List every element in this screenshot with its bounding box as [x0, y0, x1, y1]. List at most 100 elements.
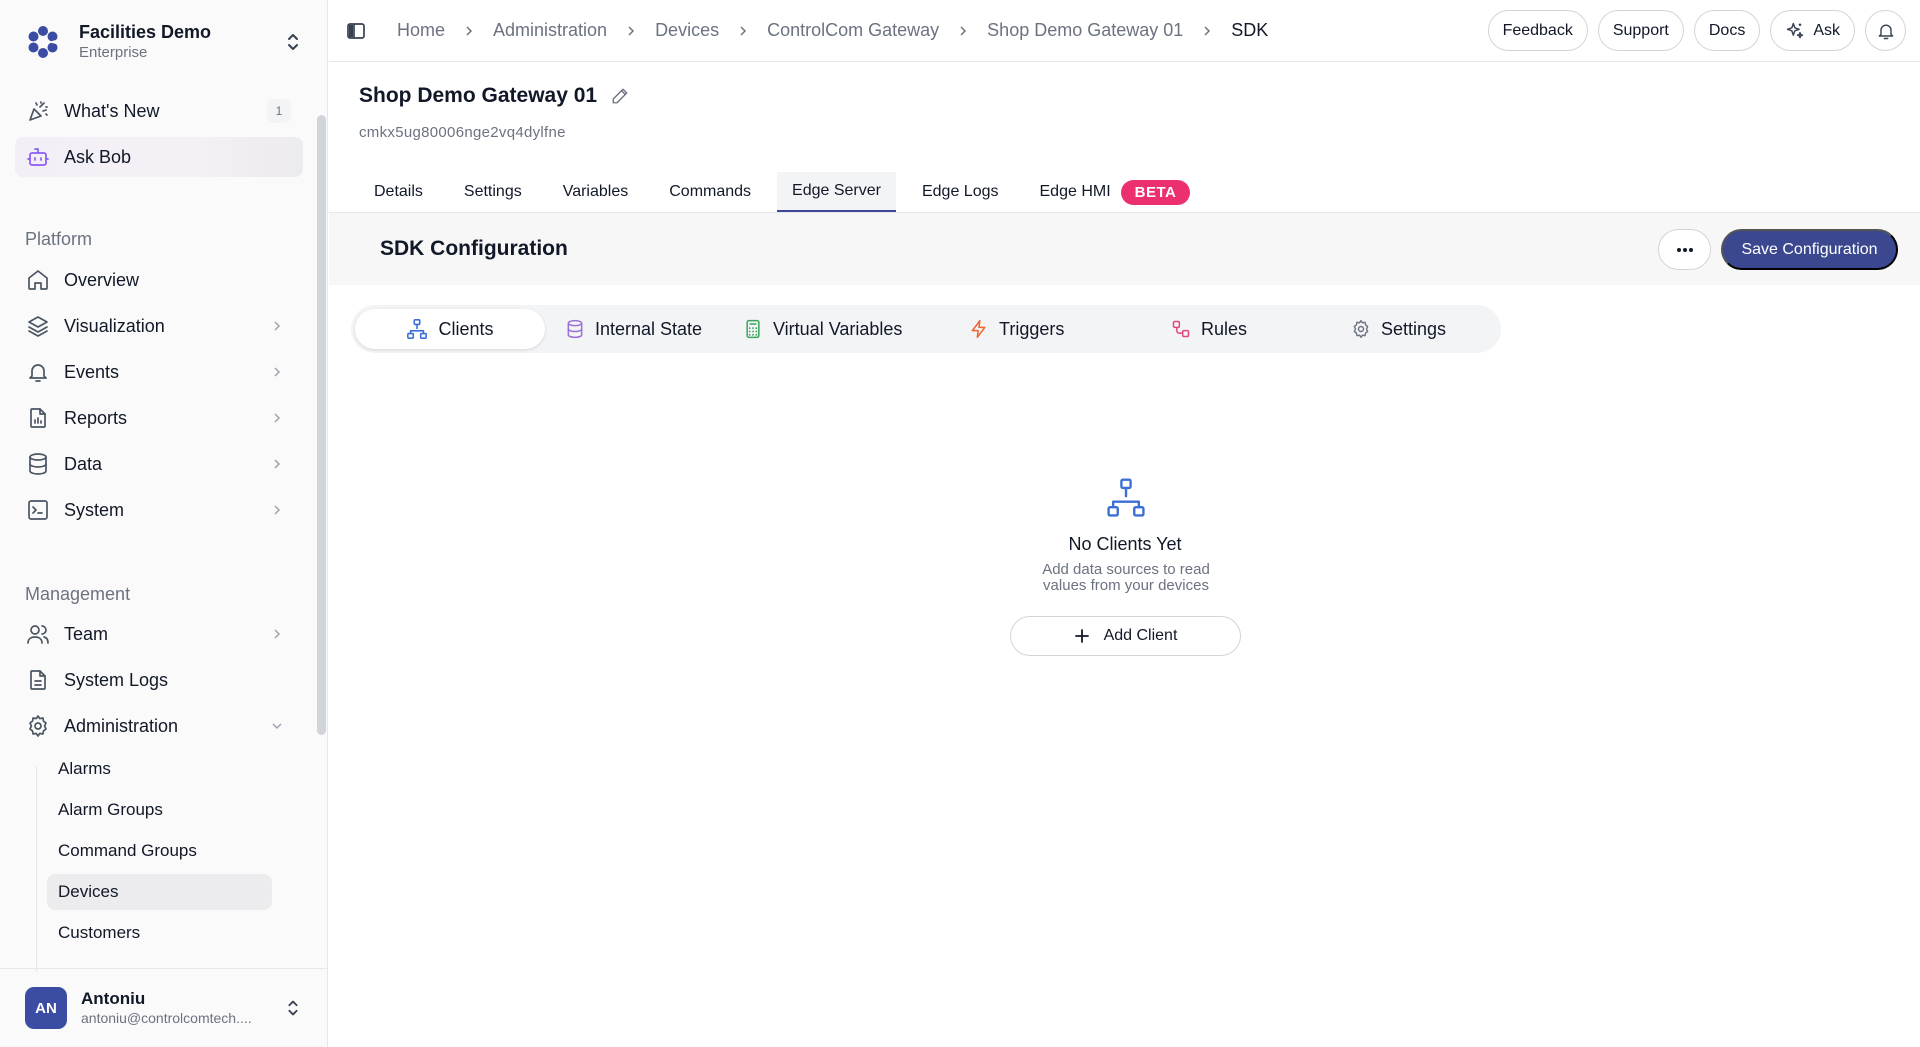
home-icon: [25, 267, 51, 293]
subtab-virtual-variables[interactable]: Virtual Variables: [743, 309, 902, 349]
chevrons-up-down-icon: [281, 30, 305, 54]
notifications-button[interactable]: [1865, 10, 1906, 51]
support-button[interactable]: Support: [1597, 10, 1684, 51]
sidebar-subitem-label: Alarm Groups: [58, 800, 163, 819]
subtab-internal-state[interactable]: Internal State: [565, 309, 702, 349]
sidebar-subitem-label: Alarms: [58, 759, 111, 778]
terminal-icon: [25, 497, 51, 523]
subtab-label: Triggers: [999, 318, 1065, 339]
user-name: Antoniu: [81, 989, 146, 1008]
sidebar-item-label: Reports: [64, 407, 128, 428]
ask-button-label: Ask: [1813, 21, 1840, 39]
page-title-row: Shop Demo Gateway 01: [359, 84, 629, 108]
pencil-icon[interactable]: [611, 87, 629, 105]
sidebar-item-label: What's New: [64, 100, 160, 121]
topbar: Home Administration Devices ControlCom G…: [329, 0, 1920, 62]
bell-icon: [1878, 24, 1893, 39]
tab-edge-logs[interactable]: Edge Logs: [907, 172, 1014, 212]
breadcrumb: Home Administration Devices ControlCom G…: [397, 20, 1268, 41]
sidebar-subitem-label: Devices: [58, 882, 119, 901]
chevron-right-icon: [269, 456, 285, 472]
sidebar-item-events[interactable]: Events: [15, 352, 303, 392]
sidebar-subitem-label: Customers: [58, 923, 141, 942]
breadcrumb-gateway-type[interactable]: ControlCom Gateway: [767, 20, 939, 41]
feedback-button[interactable]: Feedback: [1487, 10, 1588, 51]
tab-edge-server[interactable]: Edge Server: [777, 172, 896, 212]
chevron-right-icon: [269, 318, 285, 334]
sidebar-item-system-logs[interactable]: System Logs: [15, 660, 303, 700]
zap-icon: [971, 319, 986, 339]
gear-icon: [25, 713, 51, 739]
sidebar-subitem-label: Command Groups: [58, 841, 197, 860]
sidebar-item-label: Events: [64, 361, 120, 382]
subtab-label: Virtual Variables: [773, 318, 903, 339]
org-name: Facilities Demo: [79, 22, 212, 42]
subtab-clients[interactable]: Clients: [355, 309, 545, 349]
org-switcher[interactable]: Facilities Demo Enterprise: [15, 12, 305, 72]
sidebar-item-ask-bob[interactable]: Ask Bob: [15, 137, 303, 177]
subtab-label: Rules: [1201, 318, 1248, 339]
chevron-right-icon: [1199, 23, 1215, 39]
page-title: Shop Demo Gateway 01: [359, 84, 598, 107]
tab-details[interactable]: Details: [359, 172, 438, 212]
notification-count-badge: 1: [267, 99, 291, 123]
sdk-config-header: SDK Configuration Save Configuration: [329, 213, 1920, 285]
chevron-right-icon: [269, 626, 285, 642]
breadcrumb-home[interactable]: Home: [397, 20, 445, 41]
sidebar-subitem-alarms[interactable]: Alarms: [47, 751, 272, 787]
workflow-icon: [1172, 320, 1190, 338]
org-logo-icon: [23, 22, 63, 62]
layers-icon: [25, 313, 51, 339]
subtab-rules[interactable]: Rules: [1171, 309, 1247, 349]
user-email: antoniu@controlcomtech....: [81, 1010, 252, 1026]
avatar: AN: [25, 987, 67, 1029]
bell-icon: [25, 359, 51, 385]
sidebar-scrollbar[interactable]: [317, 115, 326, 735]
plus-icon: [1074, 629, 1089, 643]
tab-variables[interactable]: Variables: [548, 172, 644, 212]
subtab-triggers[interactable]: Triggers: [969, 309, 1064, 349]
sidebar-subitem-devices[interactable]: Devices: [47, 874, 272, 910]
subtab-settings[interactable]: Settings: [1351, 309, 1446, 349]
tab-commands[interactable]: Commands: [654, 172, 766, 212]
sparkles-icon: [1787, 22, 1804, 38]
sidebar-item-label: Visualization: [64, 315, 165, 336]
sidebar-item-visualization[interactable]: Visualization: [15, 306, 303, 346]
subtab-label: Clients: [438, 318, 494, 339]
breadcrumb-administration[interactable]: Administration: [493, 20, 607, 41]
tab-settings[interactable]: Settings: [449, 172, 537, 212]
docs-button[interactable]: Docs: [1693, 10, 1761, 51]
sidebar-item-administration[interactable]: Administration: [15, 706, 303, 746]
sidebar-item-data[interactable]: Data: [15, 444, 303, 484]
empty-state-title: No Clients Yet: [1068, 534, 1182, 554]
chevron-right-icon: [269, 502, 285, 518]
breadcrumb-current: SDK: [1231, 20, 1269, 40]
sidebar-subitem-alarm-groups[interactable]: Alarm Groups: [47, 792, 272, 828]
ask-button[interactable]: Ask: [1770, 10, 1855, 51]
tab-edge-hmi[interactable]: Edge HMI BETA: [1025, 172, 1206, 212]
chevrons-up-down-icon: [282, 997, 304, 1019]
sidebar: Facilities Demo Enterprise What's New 1 …: [0, 0, 328, 1047]
chevron-right-icon: [461, 23, 477, 39]
sidebar-subitem-command-groups[interactable]: Command Groups: [47, 833, 272, 869]
sidebar-toggle-icon[interactable]: [343, 18, 369, 44]
sidebar-subitem-customers[interactable]: Customers: [47, 915, 272, 951]
sidebar-item-label: Team: [64, 623, 109, 644]
breadcrumb-device[interactable]: Shop Demo Gateway 01: [987, 20, 1183, 41]
subtab-label: Internal State: [595, 318, 703, 339]
network-icon: [1104, 476, 1148, 520]
sidebar-item-system[interactable]: System: [15, 490, 303, 530]
sidebar-item-overview[interactable]: Overview: [15, 260, 303, 300]
add-client-label: Add Client: [1103, 627, 1178, 644]
breadcrumb-devices[interactable]: Devices: [655, 20, 719, 41]
more-options-button[interactable]: [1658, 229, 1711, 270]
save-configuration-button[interactable]: Save Configuration: [1721, 229, 1898, 270]
sdk-subtabs: Clients Internal State Virtual Variables…: [351, 305, 1501, 353]
sidebar-item-reports[interactable]: Reports: [15, 398, 303, 438]
user-menu[interactable]: AN Antoniu antoniu@controlcomtech....: [0, 968, 328, 1047]
sidebar-item-team[interactable]: Team: [15, 614, 303, 654]
add-client-button[interactable]: Add Client: [1010, 616, 1241, 656]
chevron-right-icon: [623, 23, 639, 39]
sidebar-item-whats-new[interactable]: What's New 1: [15, 91, 303, 131]
party-popper-icon: [25, 98, 51, 124]
